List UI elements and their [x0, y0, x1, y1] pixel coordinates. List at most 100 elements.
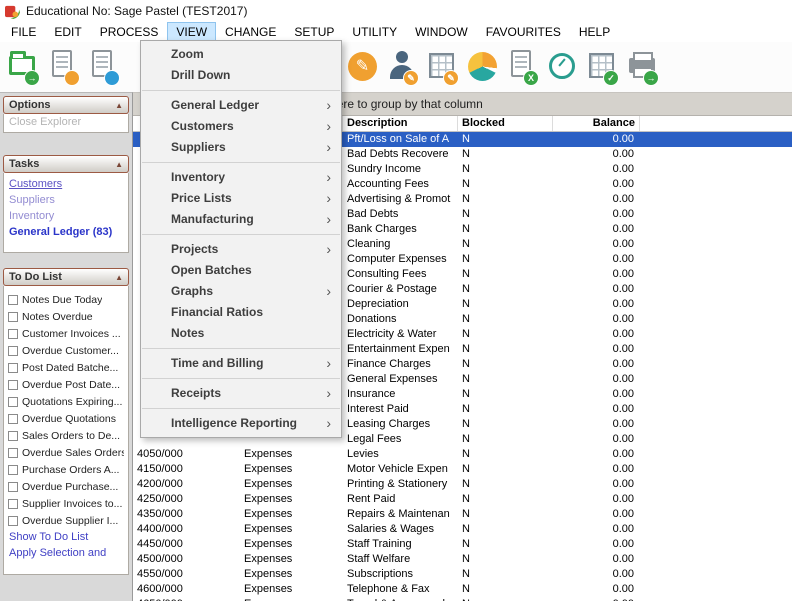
view-menu-item-graphs[interactable]: Graphs›	[141, 281, 341, 302]
view-menu-item-customers[interactable]: Customers›	[141, 116, 341, 137]
todo-panel-header[interactable]: To Do List ▲	[3, 268, 129, 286]
batch-edit-icon[interactable]: ✎	[425, 47, 460, 87]
table-row[interactable]: 4450/000ExpensesStaff TrainingN0.00	[133, 537, 792, 552]
view-menu-item-suppliers[interactable]: Suppliers›	[141, 137, 341, 158]
menubar-item-window[interactable]: WINDOW	[406, 22, 477, 42]
table-row[interactable]: 4500/000ExpensesStaff WelfareN0.00	[133, 552, 792, 567]
view-menu-item-zoom[interactable]: Zoom	[141, 44, 341, 65]
todo-checkbox[interactable]	[8, 312, 18, 322]
cell: 4200/000	[133, 477, 240, 492]
task-link-customers[interactable]: Customers	[4, 176, 128, 192]
cell: N	[458, 522, 553, 537]
menubar-item-process[interactable]: PROCESS	[91, 22, 168, 42]
todo-item[interactable]: Notes Due Today	[4, 291, 128, 308]
view-menu-item-financial-ratios[interactable]: Financial Ratios	[141, 302, 341, 323]
todo-checkbox[interactable]	[8, 346, 18, 356]
table-row[interactable]: 4400/000ExpensesSalaries & WagesN0.00	[133, 522, 792, 537]
todo-item[interactable]: Notes Overdue	[4, 308, 128, 325]
todo-checkbox[interactable]	[8, 380, 18, 390]
table-row[interactable]: 4650/000ExpensesTravel & AccommodN0.00	[133, 597, 792, 601]
menubar-item-favourites[interactable]: FAVOURITES	[477, 22, 570, 42]
todo-checkbox[interactable]	[8, 414, 18, 424]
menubar-item-edit[interactable]: EDIT	[45, 22, 90, 42]
document-blue-icon[interactable]	[86, 47, 121, 87]
collapse-arrow-icon[interactable]: ▲	[115, 273, 123, 282]
cell: N	[458, 222, 553, 237]
view-menu-item-manufacturing[interactable]: Manufacturing›	[141, 209, 341, 230]
view-menu-item-intelligence-reporting[interactable]: Intelligence Reporting›	[141, 413, 341, 434]
open-explorer-icon[interactable]: →	[6, 47, 41, 87]
menubar-item-file[interactable]: FILE	[2, 22, 45, 42]
todo-checkbox[interactable]	[8, 448, 18, 458]
todo-checkbox[interactable]	[8, 329, 18, 339]
show-todo-list-link[interactable]: Show To Do List	[4, 529, 128, 545]
todo-item[interactable]: Overdue Quotations	[4, 410, 128, 427]
todo-checkbox[interactable]	[8, 295, 18, 305]
todo-checkbox[interactable]	[8, 482, 18, 492]
todo-checkbox[interactable]	[8, 431, 18, 441]
menubar-item-change[interactable]: CHANGE	[216, 22, 285, 42]
collapse-arrow-icon[interactable]: ▲	[115, 101, 123, 110]
dashboard-gauge-icon[interactable]	[545, 47, 580, 87]
cell: N	[458, 552, 553, 567]
options-panel-header[interactable]: Options ▲	[3, 96, 129, 114]
print-icon[interactable]: →	[625, 47, 660, 87]
task-link-suppliers[interactable]: Suppliers	[4, 192, 128, 208]
view-menu-item-general-ledger[interactable]: General Ledger›	[141, 95, 341, 116]
tasks-panel-header[interactable]: Tasks ▲	[3, 155, 129, 173]
todo-item[interactable]: Supplier Invoices to...	[4, 495, 128, 512]
table-row[interactable]: 4250/000ExpensesRent PaidN0.00	[133, 492, 792, 507]
todo-checkbox[interactable]	[8, 516, 18, 526]
cell: 0.00	[553, 462, 640, 477]
table-row[interactable]: 4050/000ExpensesLeviesN0.00	[133, 447, 792, 462]
todo-checkbox[interactable]	[8, 499, 18, 509]
column-header-description[interactable]: Description	[343, 116, 458, 131]
todo-item[interactable]: Overdue Supplier I...	[4, 512, 128, 529]
todo-item[interactable]: Overdue Post Date...	[4, 376, 128, 393]
task-link-general-ledger-83-[interactable]: General Ledger (83)	[4, 224, 128, 240]
view-menu-item-inventory[interactable]: Inventory›	[141, 167, 341, 188]
view-menu-item-projects[interactable]: Projects›	[141, 239, 341, 260]
document-orange-icon[interactable]	[46, 47, 81, 87]
todo-item[interactable]: Overdue Sales Orders	[4, 444, 128, 461]
view-menu-item-drill-down[interactable]: Drill Down	[141, 65, 341, 86]
view-menu-item-open-batches[interactable]: Open Batches	[141, 260, 341, 281]
column-header-balance[interactable]: Balance	[553, 116, 640, 131]
menubar-item-setup[interactable]: SETUP	[285, 22, 343, 42]
view-menu-item-price-lists[interactable]: Price Lists›	[141, 188, 341, 209]
todo-checkbox[interactable]	[8, 465, 18, 475]
excel-export-icon[interactable]: X	[505, 47, 540, 87]
todo-item[interactable]: Post Dated Batche...	[4, 359, 128, 376]
apply-selection-link[interactable]: Apply Selection and	[4, 545, 128, 561]
todo-item[interactable]: Quotations Expiring...	[4, 393, 128, 410]
todo-checkbox[interactable]	[8, 397, 18, 407]
table-row[interactable]: 4350/000ExpensesRepairs & MaintenanN0.00	[133, 507, 792, 522]
view-menu-item-receipts[interactable]: Receipts›	[141, 383, 341, 404]
cell: 0.00	[553, 552, 640, 567]
menubar-item-view[interactable]: VIEW	[167, 22, 216, 42]
todo-item[interactable]: Customer Invoices ...	[4, 325, 128, 342]
graphs-pie-icon[interactable]	[465, 47, 500, 87]
menubar-item-utility[interactable]: UTILITY	[343, 22, 406, 42]
calculator-icon[interactable]: ✓	[585, 47, 620, 87]
table-row[interactable]: 4200/000ExpensesPrinting & StationeryN0.…	[133, 477, 792, 492]
todo-item[interactable]: Overdue Purchase...	[4, 478, 128, 495]
customer-edit-icon[interactable]: ✎	[385, 47, 420, 87]
view-menu-item-notes[interactable]: Notes	[141, 323, 341, 344]
todo-item[interactable]: Overdue Customer...	[4, 342, 128, 359]
cell: Electricity & Water	[343, 327, 458, 342]
todo-checkbox[interactable]	[8, 363, 18, 373]
table-row[interactable]: 4550/000ExpensesSubscriptionsN0.00	[133, 567, 792, 582]
view-menu-item-time-and-billing[interactable]: Time and Billing›	[141, 353, 341, 374]
edit-pencil-icon[interactable]: ✎	[345, 47, 380, 87]
todo-item[interactable]: Sales Orders to De...	[4, 427, 128, 444]
close-explorer-link[interactable]: Close Explorer	[4, 114, 128, 132]
table-row[interactable]: 4600/000ExpensesTelephone & FaxN0.00	[133, 582, 792, 597]
collapse-arrow-icon[interactable]: ▲	[115, 160, 123, 169]
table-row[interactable]: 4150/000ExpensesMotor Vehicle ExpenN0.00	[133, 462, 792, 477]
task-link-inventory[interactable]: Inventory	[4, 208, 128, 224]
column-header-blocked[interactable]: Blocked	[458, 116, 553, 131]
todo-item[interactable]: Purchase Orders A...	[4, 461, 128, 478]
view-menu: ZoomDrill Down General Ledger›Customers›S…	[140, 40, 342, 438]
menubar-item-help[interactable]: HELP	[570, 22, 619, 42]
